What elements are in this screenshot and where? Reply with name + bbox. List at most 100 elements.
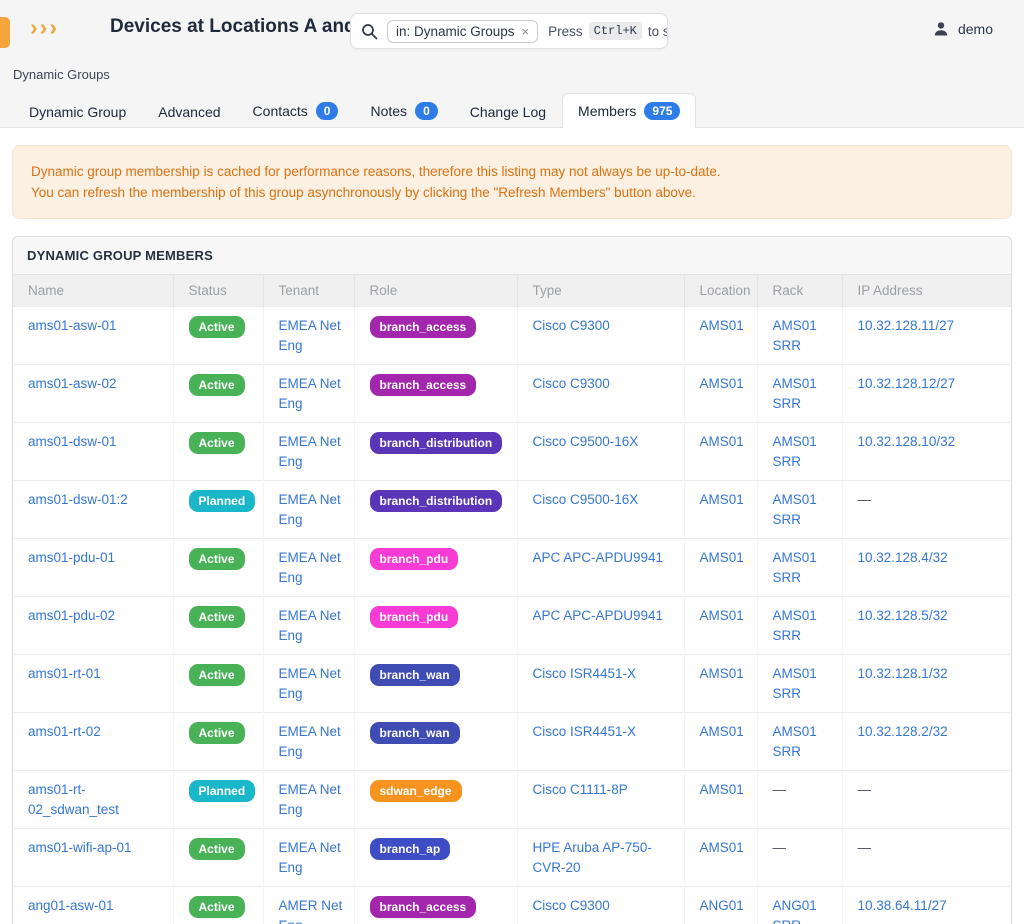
ip-address-link[interactable]: 10.32.128.11/27 (858, 318, 955, 333)
role-badge[interactable]: branch_wan (370, 722, 460, 744)
chip-close-icon[interactable]: × (522, 24, 530, 39)
tenant-link[interactable]: EMEA Net Eng (279, 434, 341, 469)
tab-members[interactable]: Members 975 (562, 93, 696, 128)
tenant-link[interactable]: EMEA Net Eng (279, 376, 341, 411)
rack-link[interactable]: AMS01 SRR (773, 666, 817, 701)
location-link[interactable]: AMS01 (700, 376, 744, 391)
location-link[interactable]: AMS01 (700, 434, 744, 449)
rack-link[interactable]: AMS01 SRR (773, 608, 817, 643)
role-badge[interactable]: branch_access (370, 316, 477, 338)
device-link[interactable]: ams01-pdu-01 (28, 550, 115, 565)
status-badge[interactable]: Active (189, 432, 245, 454)
device-type-link[interactable]: Cisco C9300 (533, 376, 610, 391)
status-badge[interactable]: Planned (189, 780, 256, 802)
ip-address-link[interactable]: 10.32.128.12/27 (858, 376, 956, 391)
device-type-link[interactable]: Cisco ISR4451-X (533, 724, 637, 739)
device-type-link[interactable]: Cisco C9500-16X (533, 492, 639, 507)
device-link[interactable]: ams01-pdu-02 (28, 608, 115, 623)
column-header-type[interactable]: Type (517, 275, 684, 307)
tenant-link[interactable]: EMEA Net Eng (279, 840, 341, 875)
role-badge[interactable]: branch_wan (370, 664, 460, 686)
rack-link[interactable]: AMS01 SRR (773, 434, 817, 469)
location-link[interactable]: AMS01 (700, 550, 744, 565)
role-badge[interactable]: branch_distribution (370, 490, 503, 512)
tenant-link[interactable]: EMEA Net Eng (279, 724, 341, 759)
rack-link[interactable]: AMS01 SRR (773, 492, 817, 527)
role-badge[interactable]: branch_access (370, 374, 477, 396)
ip-address-link[interactable]: 10.32.128.4/32 (858, 550, 948, 565)
column-header-status[interactable]: Status (173, 275, 263, 307)
location-link[interactable]: AMS01 (700, 666, 744, 681)
tenant-link[interactable]: EMEA Net Eng (279, 318, 341, 353)
device-link[interactable]: ams01-dsw-01:2 (28, 492, 128, 507)
device-link[interactable]: ams01-rt-01 (28, 666, 101, 681)
device-type-link[interactable]: APC APC-APDU9941 (533, 550, 664, 565)
ip-address-link[interactable]: 10.32.128.2/32 (858, 724, 948, 739)
rack-link[interactable]: ANG01 SRR (773, 898, 817, 924)
device-type-link[interactable]: Cisco C9300 (533, 898, 610, 913)
status-badge[interactable]: Active (189, 374, 245, 396)
tab-contacts[interactable]: Contacts 0 (237, 93, 355, 128)
user-menu[interactable]: demo (932, 20, 993, 38)
global-search-input[interactable]: in: Dynamic Groups × Press Ctrl+K to se (350, 13, 668, 49)
device-type-link[interactable]: HPE Aruba AP-750-CVR-20 (533, 840, 652, 875)
rack-link[interactable]: AMS01 SRR (773, 376, 817, 411)
device-type-link[interactable]: Cisco C9500-16X (533, 434, 639, 449)
device-link[interactable]: ams01-wifi-ap-01 (28, 840, 132, 855)
role-badge[interactable]: sdwan_edge (370, 780, 462, 802)
location-link[interactable]: AMS01 (700, 318, 744, 333)
column-header-name[interactable]: Name (13, 275, 173, 307)
device-type-link[interactable]: Cisco C1111-8P (533, 782, 628, 797)
ip-address-link[interactable]: 10.32.128.1/32 (858, 666, 948, 681)
location-link[interactable]: AMS01 (700, 724, 744, 739)
role-badge[interactable]: branch_pdu (370, 606, 459, 628)
column-header-role[interactable]: Role (354, 275, 517, 307)
status-badge[interactable]: Active (189, 838, 245, 860)
device-type-link[interactable]: Cisco C9300 (533, 318, 610, 333)
status-badge[interactable]: Active (189, 316, 245, 338)
column-header-ip-address[interactable]: IP Address (842, 275, 1011, 307)
status-badge[interactable]: Active (189, 722, 245, 744)
sidebar-expand-icon[interactable]: ››› (30, 14, 59, 41)
tenant-link[interactable]: AMER Net Eng (279, 898, 343, 924)
device-link[interactable]: ams01-asw-01 (28, 318, 117, 333)
breadcrumb[interactable]: Dynamic Groups (13, 67, 110, 82)
rack-link[interactable]: AMS01 SRR (773, 724, 817, 759)
column-header-rack[interactable]: Rack (757, 275, 842, 307)
tab-change-log[interactable]: Change Log (454, 95, 562, 128)
tenant-link[interactable]: EMEA Net Eng (279, 608, 341, 643)
tenant-link[interactable]: EMEA Net Eng (279, 666, 341, 701)
location-link[interactable]: AMS01 (700, 782, 744, 797)
status-badge[interactable]: Active (189, 548, 245, 570)
device-type-link[interactable]: Cisco ISR4451-X (533, 666, 637, 681)
location-link[interactable]: AMS01 (700, 608, 744, 623)
search-filter-chip[interactable]: in: Dynamic Groups × (387, 20, 538, 43)
tenant-link[interactable]: EMEA Net Eng (279, 550, 341, 585)
device-link[interactable]: ams01-asw-02 (28, 376, 117, 391)
ip-address-link[interactable]: 10.32.128.5/32 (858, 608, 948, 623)
status-badge[interactable]: Active (189, 896, 245, 918)
role-badge[interactable]: branch_pdu (370, 548, 459, 570)
tab-advanced[interactable]: Advanced (142, 95, 236, 128)
device-link[interactable]: ams01-dsw-01 (28, 434, 117, 449)
rack-link[interactable]: AMS01 SRR (773, 318, 817, 353)
status-badge[interactable]: Active (189, 606, 245, 628)
device-link[interactable]: ams01-rt-02 (28, 724, 101, 739)
tenant-link[interactable]: EMEA Net Eng (279, 492, 341, 527)
ip-address-link[interactable]: 10.38.64.11/27 (858, 898, 947, 913)
status-badge[interactable]: Active (189, 664, 245, 686)
role-badge[interactable]: branch_access (370, 896, 477, 918)
tab-notes[interactable]: Notes 0 (354, 93, 453, 128)
column-header-location[interactable]: Location (684, 275, 757, 307)
tenant-link[interactable]: EMEA Net Eng (279, 782, 341, 817)
status-badge[interactable]: Planned (189, 490, 256, 512)
location-link[interactable]: AMS01 (700, 840, 744, 855)
column-header-tenant[interactable]: Tenant (263, 275, 354, 307)
rack-link[interactable]: AMS01 SRR (773, 550, 817, 585)
tab-dynamic-group[interactable]: Dynamic Group (13, 95, 142, 128)
ip-address-link[interactable]: 10.32.128.10/32 (858, 434, 956, 449)
location-link[interactable]: ANG01 (700, 898, 744, 913)
role-badge[interactable]: branch_distribution (370, 432, 503, 454)
device-link[interactable]: ams01-rt-02_sdwan_test (28, 782, 119, 817)
device-link[interactable]: ang01-asw-01 (28, 898, 114, 913)
